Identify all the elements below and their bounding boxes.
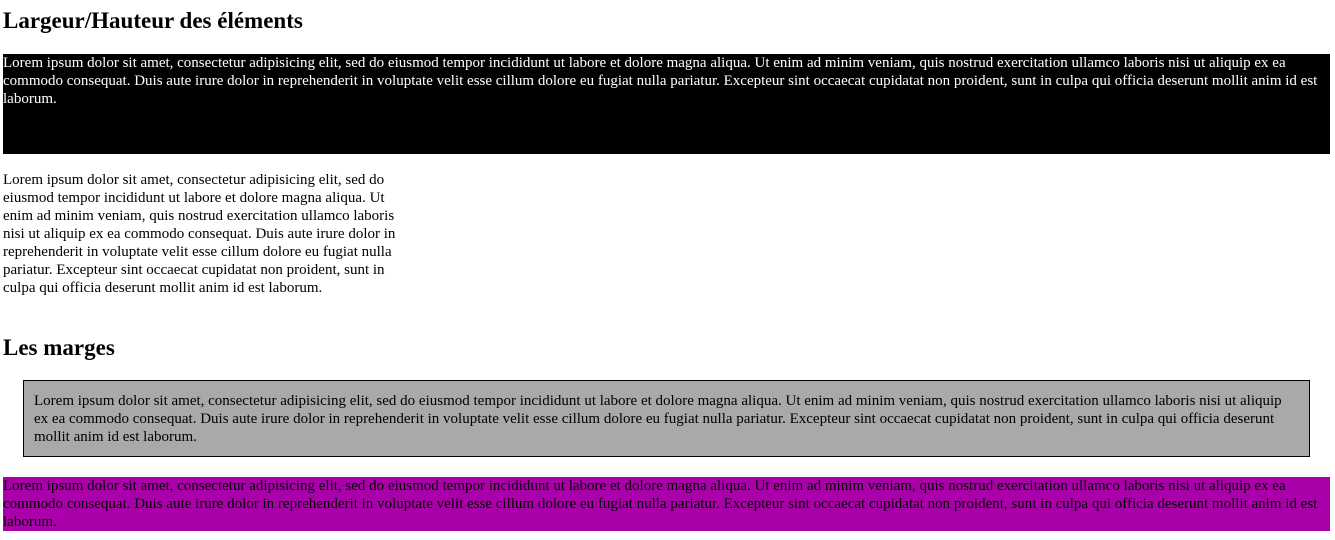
gray-bordered-paragraph-block: Lorem ipsum dolor sit amet, consectetur … [23,380,1310,457]
black-paragraph-block: Lorem ipsum dolor sit amet, consectetur … [3,54,1330,154]
magenta-paragraph-block: Lorem ipsum dolor sit amet, consectetur … [3,477,1330,531]
section-title-dimensions: Largeur/Hauteur des éléments [3,8,303,33]
section-title-margins: Les marges [3,335,115,360]
narrow-paragraph-block: Lorem ipsum dolor sit amet, consectetur … [3,172,396,296]
